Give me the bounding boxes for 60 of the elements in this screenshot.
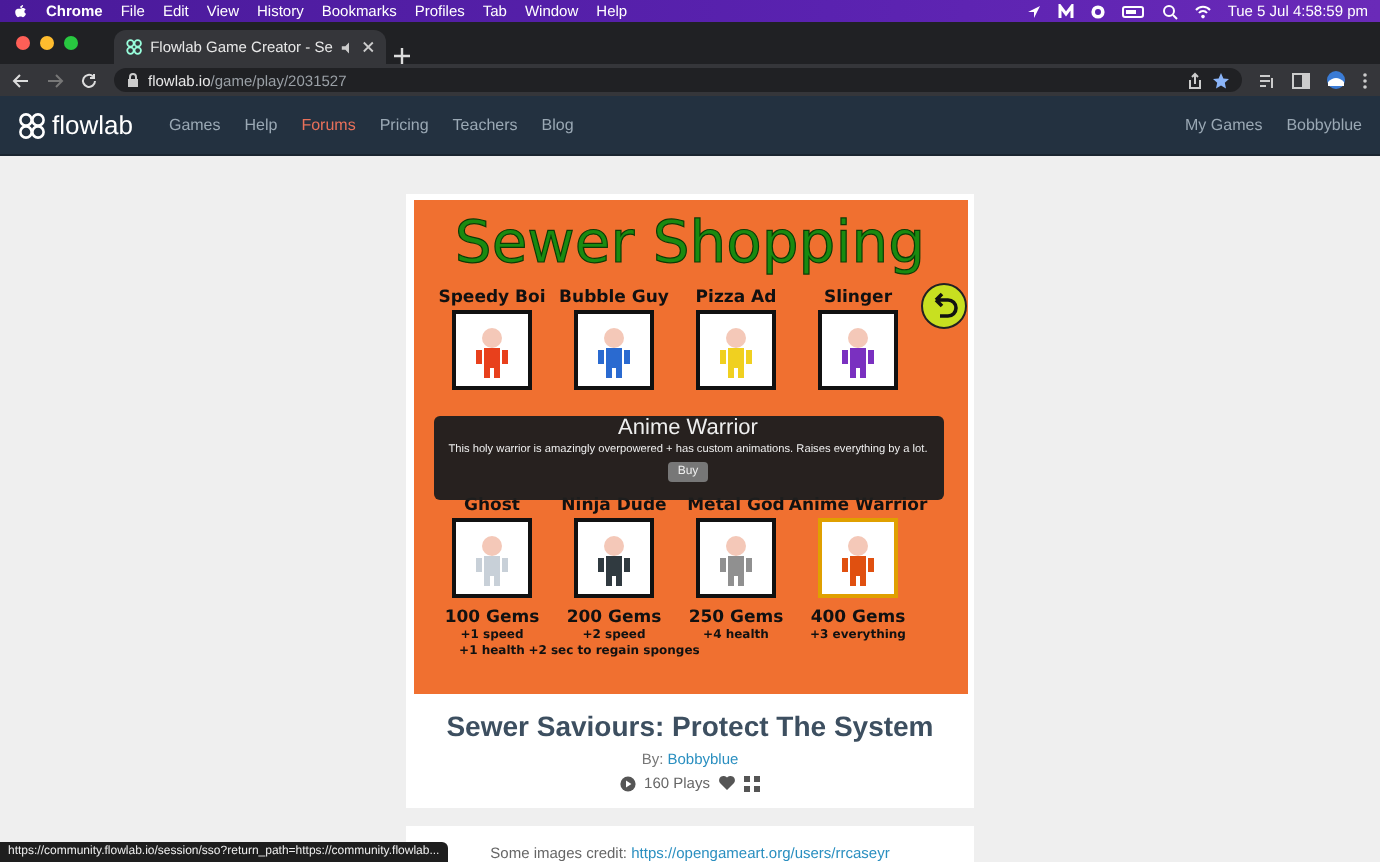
heart-icon[interactable] (717, 774, 736, 792)
play-icon (620, 775, 637, 791)
item-price: 400 Gems (810, 608, 906, 628)
item-price: 200 Gems (566, 608, 662, 628)
nav-link[interactable]: Games (168, 116, 221, 134)
reload-icon[interactable] (80, 71, 98, 89)
item-name: Bubble Guy (559, 288, 669, 310)
close-icon[interactable] (361, 40, 374, 54)
item-name: Pizza Ad (695, 288, 777, 310)
nav-link[interactable]: Forums (301, 116, 356, 134)
nav-link[interactable]: Pricing (379, 116, 429, 134)
nav-link[interactable]: Blog (541, 116, 574, 134)
new-tab-icon[interactable] (394, 48, 410, 64)
item-price: 250 Gems (688, 608, 784, 628)
circle-icon[interactable] (1089, 3, 1106, 19)
nav-link[interactable]: Bobbyblue (1286, 116, 1362, 134)
close-window-button[interactable] (16, 36, 30, 50)
game-title-heading: Sewer Saviours: Protect The System (446, 710, 934, 742)
side-panel-icon[interactable] (1292, 71, 1310, 89)
shop-item-button[interactable] (696, 310, 776, 390)
item-name: Ghost (464, 496, 520, 518)
nav-link[interactable]: Teachers (452, 116, 518, 134)
site-logo-icon (126, 38, 143, 56)
apple-logo-icon[interactable] (12, 3, 28, 19)
item-name: Slinger (823, 288, 893, 310)
more-menu-icon[interactable] (1362, 71, 1368, 89)
tooltip-title: Anime Warrior (618, 416, 758, 442)
game-title: Sewer Shopping (452, 206, 928, 280)
minimize-window-button[interactable] (40, 36, 54, 50)
nav-link[interactable]: Help (244, 116, 278, 134)
lock-icon (126, 72, 140, 88)
nav-link[interactable]: My Games (1185, 116, 1263, 134)
shop-item-button[interactable] (452, 518, 532, 598)
avatar-icon[interactable] (1326, 70, 1346, 90)
shop-item-button[interactable] (818, 310, 898, 390)
shop-item-button[interactable] (696, 518, 776, 598)
star-icon[interactable] (1212, 71, 1230, 89)
return-button-icon[interactable] (919, 282, 967, 330)
m-letter-icon[interactable] (1057, 3, 1074, 19)
forward-icon[interactable] (46, 71, 64, 89)
site-logo-text[interactable]: flowlab (52, 110, 133, 140)
flowlab-logo-icon[interactable] (18, 111, 46, 139)
search-icon[interactable] (1161, 3, 1178, 19)
location-arrow-icon[interactable] (1025, 3, 1042, 19)
share-icon[interactable] (1186, 71, 1204, 89)
shop-item-button[interactable] (574, 310, 654, 390)
grid-icon[interactable] (743, 775, 760, 791)
wifi-icon[interactable] (1193, 3, 1212, 19)
maximize-window-button[interactable] (64, 36, 78, 50)
item-name: Ninja Dude (561, 496, 667, 518)
shop-item-button[interactable] (574, 518, 654, 598)
item-price: 100 Gems (444, 608, 540, 628)
reading-list-icon[interactable] (1258, 71, 1276, 89)
item-name: Metal God (687, 496, 785, 518)
back-icon[interactable] (12, 71, 30, 89)
item-name: Anime Warrior (788, 496, 928, 518)
battery-icon[interactable] (1121, 3, 1146, 19)
item-name: Speedy Boi (438, 288, 546, 310)
speaker-icon[interactable] (340, 39, 354, 55)
shop-item-button[interactable] (452, 310, 532, 390)
